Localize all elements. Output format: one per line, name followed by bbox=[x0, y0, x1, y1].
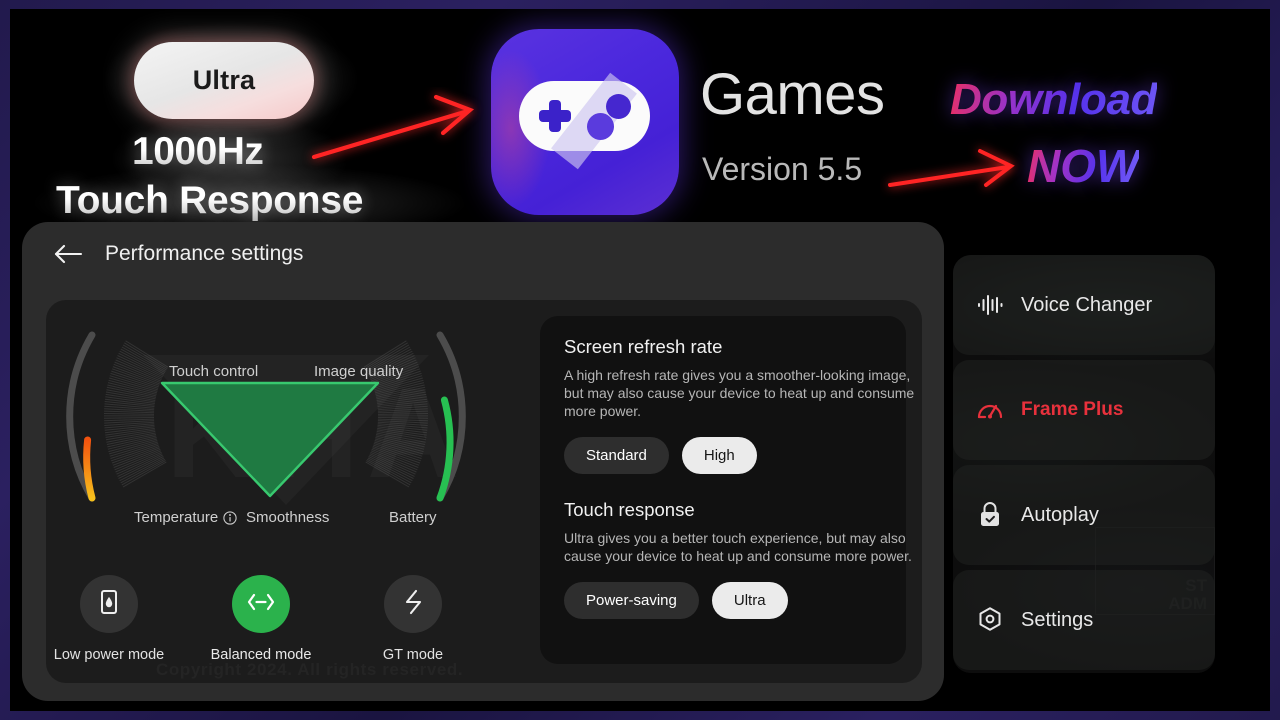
promo-banner: Ultra 1000Hz Touch Response Games Versio… bbox=[10, 9, 1270, 242]
mode-label: GT mode bbox=[382, 647, 444, 663]
ultra-pill-callout: Ultra bbox=[134, 42, 314, 119]
balance-arrows-icon bbox=[246, 591, 276, 618]
mode-label: Low power mode bbox=[53, 647, 165, 663]
now-headline: NOW bbox=[1027, 140, 1140, 192]
red-arrow-icon bbox=[311, 94, 475, 160]
sidebar-item-label: Voice Changer bbox=[1021, 293, 1153, 316]
gauge-label-smoothness: Smoothness bbox=[246, 509, 330, 526]
settings-card: Screen refresh rate A high refresh rate … bbox=[540, 316, 914, 664]
mode-balanced[interactable]: Balanced mode bbox=[211, 575, 311, 663]
mode-label: Balanced mode bbox=[210, 647, 312, 663]
hz-headline: 1000Hz bbox=[132, 130, 264, 173]
touch-response-headline: Touch Response bbox=[56, 179, 364, 222]
lock-check-icon bbox=[975, 501, 1005, 529]
mode-icon-circle bbox=[232, 575, 290, 633]
page-title: Performance settings bbox=[105, 242, 304, 265]
section-divider bbox=[564, 474, 882, 499]
panel-body: KHA Copyright 2024. All rights reserved. bbox=[46, 300, 922, 683]
gauge-label-battery: Battery bbox=[389, 509, 437, 526]
mode-icon-circle bbox=[384, 575, 442, 633]
gauge-graphic bbox=[66, 331, 466, 502]
gauge-label-image-quality: Image quality bbox=[314, 363, 404, 380]
lightning-bolt-icon bbox=[402, 588, 424, 621]
performance-settings-panel: Performance settings KHA Copyright 2024.… bbox=[22, 222, 944, 701]
mode-gt[interactable]: GT mode bbox=[376, 575, 450, 663]
touch-option-power-saving[interactable]: Power-saving bbox=[564, 582, 699, 619]
refresh-option-high[interactable]: High bbox=[681, 437, 757, 474]
refresh-option-standard[interactable]: Standard bbox=[564, 437, 669, 474]
watermark-copyright: Copyright 2024. All rights reserved. bbox=[156, 660, 463, 680]
performance-gauge: Touch control Image quality Temperature bbox=[46, 300, 526, 535]
waveform-icon bbox=[975, 294, 1005, 316]
dpad-vertical bbox=[549, 100, 561, 132]
back-arrow-icon[interactable] bbox=[53, 241, 87, 267]
mode-low-power[interactable]: Low power mode bbox=[54, 575, 164, 663]
sidebar-item-label: Frame Plus bbox=[1021, 399, 1124, 420]
screen-refresh-rate-title: Screen refresh rate bbox=[564, 336, 723, 357]
sidebar-item-settings[interactable]: Settings bbox=[953, 570, 1215, 670]
app-title: Games bbox=[700, 62, 885, 127]
panel-topbar: Performance settings bbox=[22, 222, 944, 286]
red-arrow-icon bbox=[888, 149, 1015, 187]
gauge-label-temperature-text: Temperature bbox=[134, 509, 219, 526]
touch-response-description: Ultra gives you a better touch experienc… bbox=[564, 530, 912, 564]
controller-button-b bbox=[587, 113, 614, 140]
performance-mode-row: Low power mode Balanced mode GT mode bbox=[54, 575, 492, 663]
hexagon-gear-icon bbox=[975, 606, 1005, 634]
battery-drop-icon bbox=[97, 589, 121, 620]
gauge-label-temperature: Temperature bbox=[134, 509, 237, 526]
outer-glow-frame: Ultra 1000Hz Touch Response Games Versio… bbox=[0, 0, 1280, 720]
sidebar-item-label: Autoplay bbox=[1021, 503, 1099, 526]
controller-button-a bbox=[606, 94, 631, 119]
sidebar-item-autoplay[interactable]: Autoplay bbox=[953, 465, 1215, 565]
speedometer-icon bbox=[975, 397, 1005, 423]
sidebar-item-voice-changer[interactable]: Voice Changer bbox=[953, 255, 1215, 355]
game-controller-icon[interactable] bbox=[491, 29, 679, 215]
touch-response-title: Touch response bbox=[564, 499, 695, 520]
app-version: Version 5.5 bbox=[702, 151, 863, 187]
gauge-label-touch-control: Touch control bbox=[169, 363, 259, 380]
sidebar-item-frame-plus[interactable]: Frame Plus bbox=[953, 360, 1215, 460]
game-tools-sidebar: ST ADM Voice Changer bbox=[953, 255, 1215, 673]
touch-response-options: Power-saving Ultra bbox=[564, 582, 882, 619]
controller-body bbox=[519, 72, 650, 170]
download-headline: Download bbox=[950, 75, 1158, 124]
sidebar-item-label: Settings bbox=[1021, 608, 1094, 631]
screenshot-stage: Ultra 1000Hz Touch Response Games Versio… bbox=[10, 9, 1270, 711]
mode-icon-circle bbox=[80, 575, 138, 633]
screen-refresh-rate-description: A high refresh rate gives you a smoother… bbox=[564, 367, 915, 419]
screen-refresh-rate-options: Standard High bbox=[564, 437, 882, 474]
touch-option-ultra[interactable]: Ultra bbox=[711, 582, 788, 619]
info-icon[interactable] bbox=[223, 510, 237, 525]
